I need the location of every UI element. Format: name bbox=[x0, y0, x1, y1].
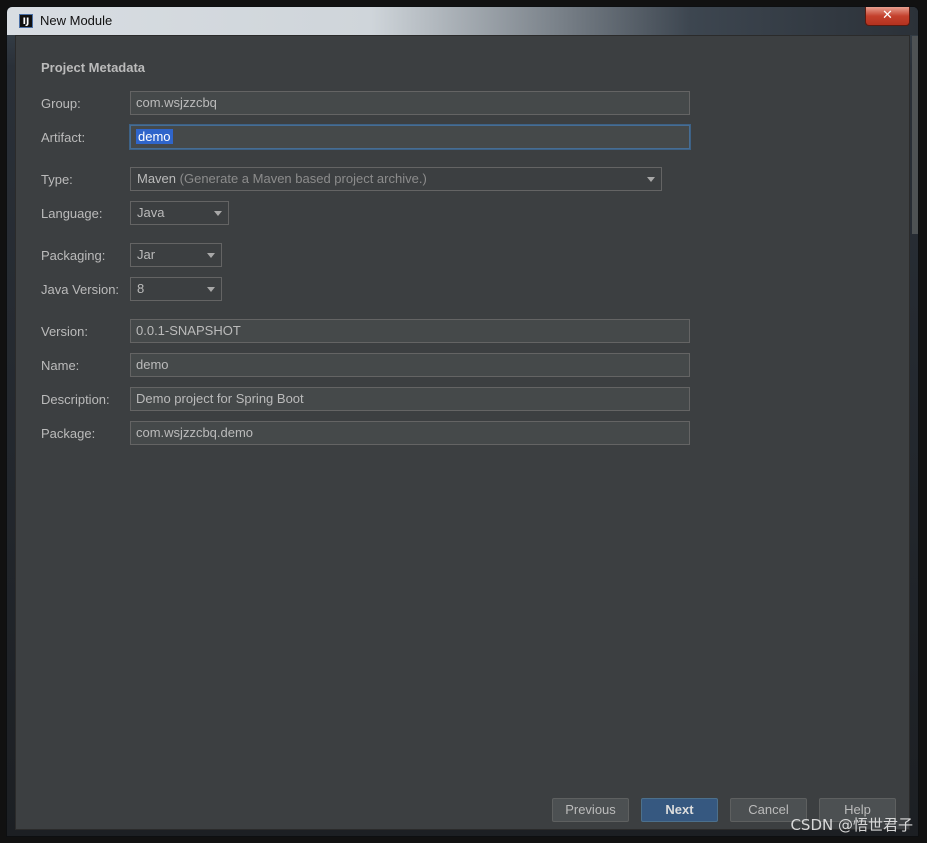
scrollbar-edge[interactable] bbox=[912, 36, 918, 234]
chevron-down-icon bbox=[207, 287, 215, 292]
version-input[interactable]: 0.0.1-SNAPSHOT bbox=[130, 319, 690, 343]
language-label: Language: bbox=[41, 206, 103, 221]
java-version-label: Java Version: bbox=[41, 282, 120, 297]
name-input[interactable]: demo bbox=[130, 353, 690, 377]
artifact-input[interactable]: demo bbox=[130, 125, 690, 149]
chevron-down-icon bbox=[207, 253, 215, 258]
group-label: Group: bbox=[41, 96, 81, 111]
packaging-value: Jar bbox=[137, 247, 156, 262]
dialog-content: Project Metadata Group: com.wsjzzcbq Art… bbox=[15, 35, 918, 830]
language-dropdown[interactable]: Java bbox=[130, 201, 229, 225]
artifact-selected-text: demo bbox=[136, 129, 173, 144]
description-input[interactable]: Demo project for Spring Boot bbox=[130, 387, 690, 411]
watermark: CSDN @悟世君子 bbox=[790, 816, 913, 834]
section-title: Project Metadata bbox=[41, 60, 146, 75]
version-label: Version: bbox=[41, 324, 88, 339]
package-label: Package: bbox=[41, 426, 96, 441]
group-input[interactable]: com.wsjzzcbq bbox=[130, 91, 690, 115]
close-window-button[interactable]: ✕ bbox=[865, 7, 910, 26]
type-label: Type: bbox=[41, 172, 73, 187]
java-version-dropdown[interactable]: 8 bbox=[130, 277, 222, 301]
window-title: New Module bbox=[40, 13, 113, 28]
title-bar[interactable]: IJ New Module ✕ bbox=[7, 7, 918, 35]
packaging-dropdown[interactable]: Jar bbox=[130, 243, 222, 267]
name-label: Name: bbox=[41, 358, 80, 373]
java-version-value: 8 bbox=[137, 281, 145, 296]
intellij-app-icon: IJ bbox=[19, 14, 33, 28]
chevron-down-icon bbox=[647, 177, 655, 182]
type-dropdown[interactable]: Maven (Generate a Maven based project ar… bbox=[130, 167, 662, 191]
packaging-label: Packaging: bbox=[41, 248, 106, 263]
language-value: Java bbox=[137, 205, 165, 220]
new-module-dialog: IJ New Module ✕ Project Metadata Group: … bbox=[6, 6, 919, 837]
previous-button[interactable]: Previous bbox=[552, 798, 629, 822]
type-hint: (Generate a Maven based project archive.… bbox=[179, 171, 427, 186]
type-value: Maven bbox=[137, 171, 177, 186]
close-icon: ✕ bbox=[882, 8, 893, 23]
description-label: Description: bbox=[41, 392, 110, 407]
artifact-label: Artifact: bbox=[41, 130, 86, 145]
chevron-down-icon bbox=[214, 211, 222, 216]
package-input[interactable]: com.wsjzzcbq.demo bbox=[130, 421, 690, 445]
next-button[interactable]: Next bbox=[641, 798, 718, 822]
